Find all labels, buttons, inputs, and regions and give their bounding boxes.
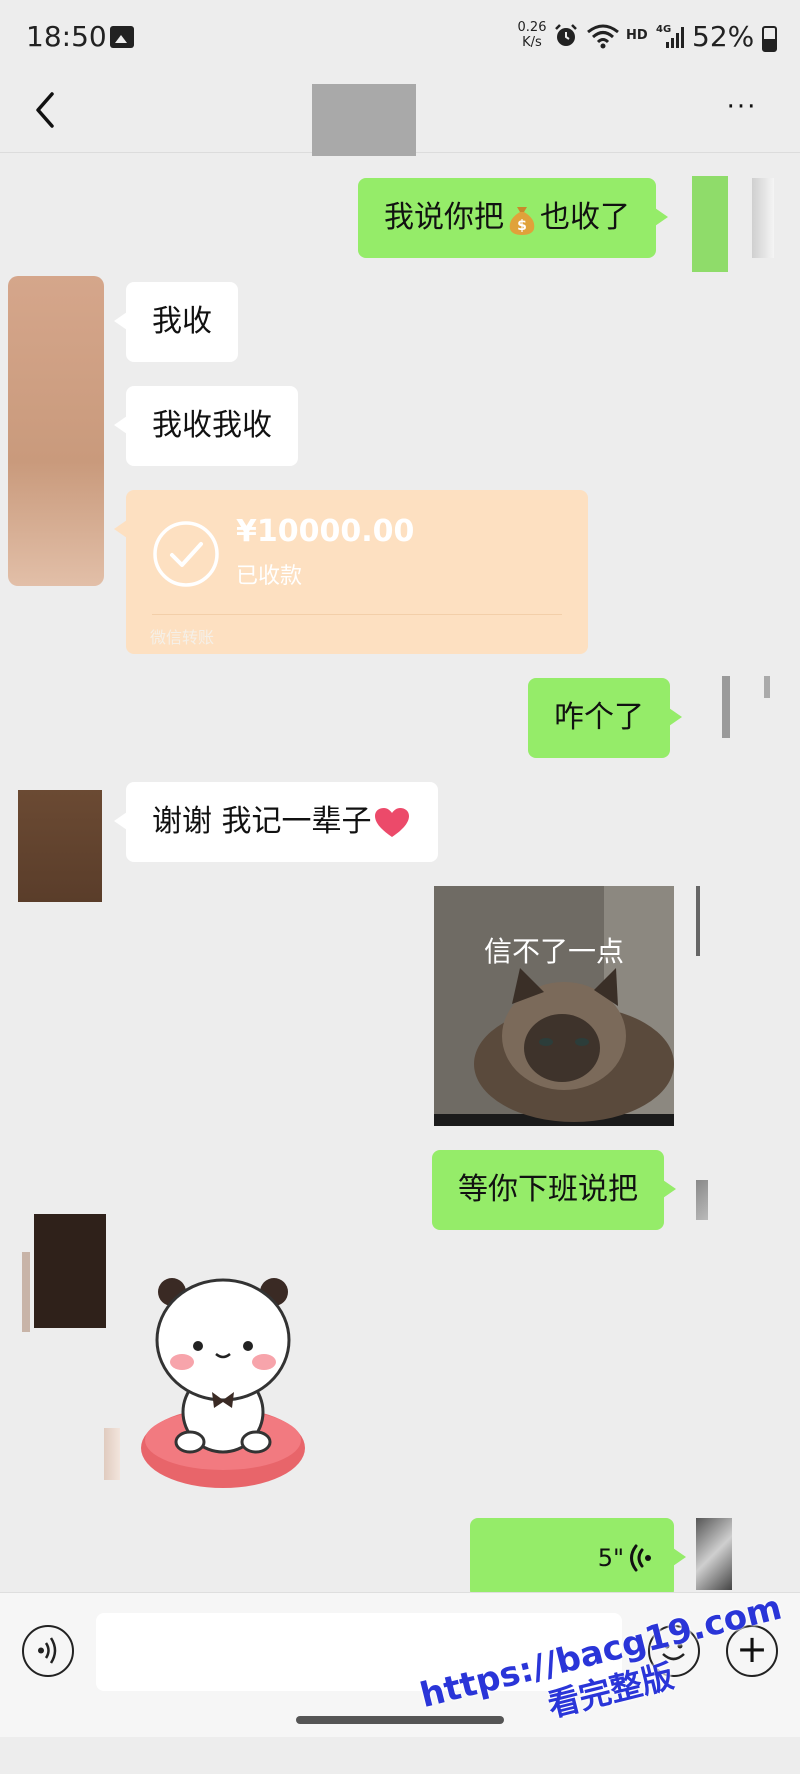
voice-mode-icon bbox=[38, 1637, 57, 1664]
panda-bear-sticker[interactable] bbox=[138, 1262, 308, 1488]
more-dots-icon: ··· bbox=[726, 92, 758, 122]
check-circle-icon bbox=[153, 521, 219, 587]
status-bar: 18:50 0.26 K/s HD 4G 52% bbox=[0, 0, 800, 72]
cat-photo bbox=[434, 886, 674, 1126]
avatar-contact-overlay bbox=[104, 1428, 120, 1480]
avatar-self[interactable] bbox=[722, 676, 730, 738]
cell-signal-icon: 4G bbox=[656, 24, 684, 48]
network-type: 4G bbox=[656, 24, 671, 35]
message-text: 咋个了 bbox=[554, 700, 644, 735]
message-text: 等你下班说把 bbox=[458, 1172, 638, 1207]
network-speed-value: 0.26 bbox=[517, 20, 547, 35]
sticker-image[interactable]: 信不了一点 bbox=[434, 886, 674, 1126]
more-button[interactable]: ··· bbox=[718, 94, 766, 126]
avatar-self[interactable] bbox=[696, 1518, 732, 1590]
heart-icon bbox=[374, 807, 409, 837]
network-speed: 0.26 K/s bbox=[512, 20, 552, 50]
avatar-self[interactable] bbox=[696, 1180, 708, 1220]
transfer-divider bbox=[152, 614, 562, 615]
voice-mode-button[interactable] bbox=[22, 1625, 74, 1677]
message-text-after: 也收了 bbox=[540, 200, 630, 235]
gallery-icon bbox=[110, 26, 134, 48]
network-speed-unit: K/s bbox=[522, 35, 542, 50]
message-outgoing[interactable]: 我说你把 $ 也收了 bbox=[358, 178, 668, 258]
avatar-self[interactable] bbox=[692, 176, 728, 272]
voice-message[interactable]: 5" bbox=[470, 1518, 686, 1598]
money-bag-icon: $ bbox=[509, 206, 535, 235]
chat-title bbox=[312, 84, 416, 156]
message-incoming[interactable]: 我收我收 bbox=[114, 386, 298, 466]
voice-wave-icon bbox=[630, 1544, 651, 1572]
chevron-left-icon bbox=[36, 92, 54, 128]
message-text: 我收我收 bbox=[152, 408, 272, 443]
transfer-status: 已收款 bbox=[236, 564, 303, 589]
wifi-icon bbox=[587, 24, 619, 49]
back-button[interactable] bbox=[28, 88, 68, 132]
sticker-caption: 信不了一点 bbox=[483, 935, 624, 968]
transfer-amount: ¥10000.00 bbox=[236, 514, 415, 549]
message-outgoing[interactable]: 等你下班说把 bbox=[432, 1150, 676, 1230]
voice-duration: 5" bbox=[597, 1544, 624, 1572]
message-outgoing[interactable]: 咋个了 bbox=[528, 678, 682, 758]
message-incoming[interactable]: 谢谢 我记一辈子 bbox=[114, 782, 438, 862]
alarm-icon bbox=[555, 24, 577, 46]
battery-icon bbox=[762, 26, 777, 52]
message-incoming[interactable]: 我收 bbox=[114, 282, 238, 362]
message-text: 谢谢 我记一辈子 bbox=[152, 804, 372, 839]
avatar-contact-overlay bbox=[22, 1252, 30, 1332]
battery-level bbox=[764, 38, 775, 50]
svg-text:$: $ bbox=[517, 218, 527, 234]
avatar-contact[interactable] bbox=[8, 276, 104, 586]
transfer-label: 微信转账 bbox=[150, 628, 215, 647]
avatar-self-overlay bbox=[752, 178, 774, 258]
chat-header: ··· bbox=[0, 72, 800, 156]
avatar-self[interactable] bbox=[696, 886, 736, 956]
message-text: 我收 bbox=[152, 304, 212, 339]
transfer-card[interactable]: ¥10000.00 已收款 微信转账 bbox=[114, 490, 588, 654]
message-text-before: 我说你把 bbox=[384, 200, 504, 235]
avatar-contact[interactable] bbox=[34, 1214, 106, 1328]
status-time: 18:50 bbox=[26, 20, 107, 53]
battery-percent: 52% bbox=[692, 20, 755, 53]
avatar-self-overlay bbox=[764, 676, 770, 698]
avatar-contact[interactable] bbox=[18, 790, 102, 902]
hd-indicator: HD bbox=[626, 28, 648, 43]
